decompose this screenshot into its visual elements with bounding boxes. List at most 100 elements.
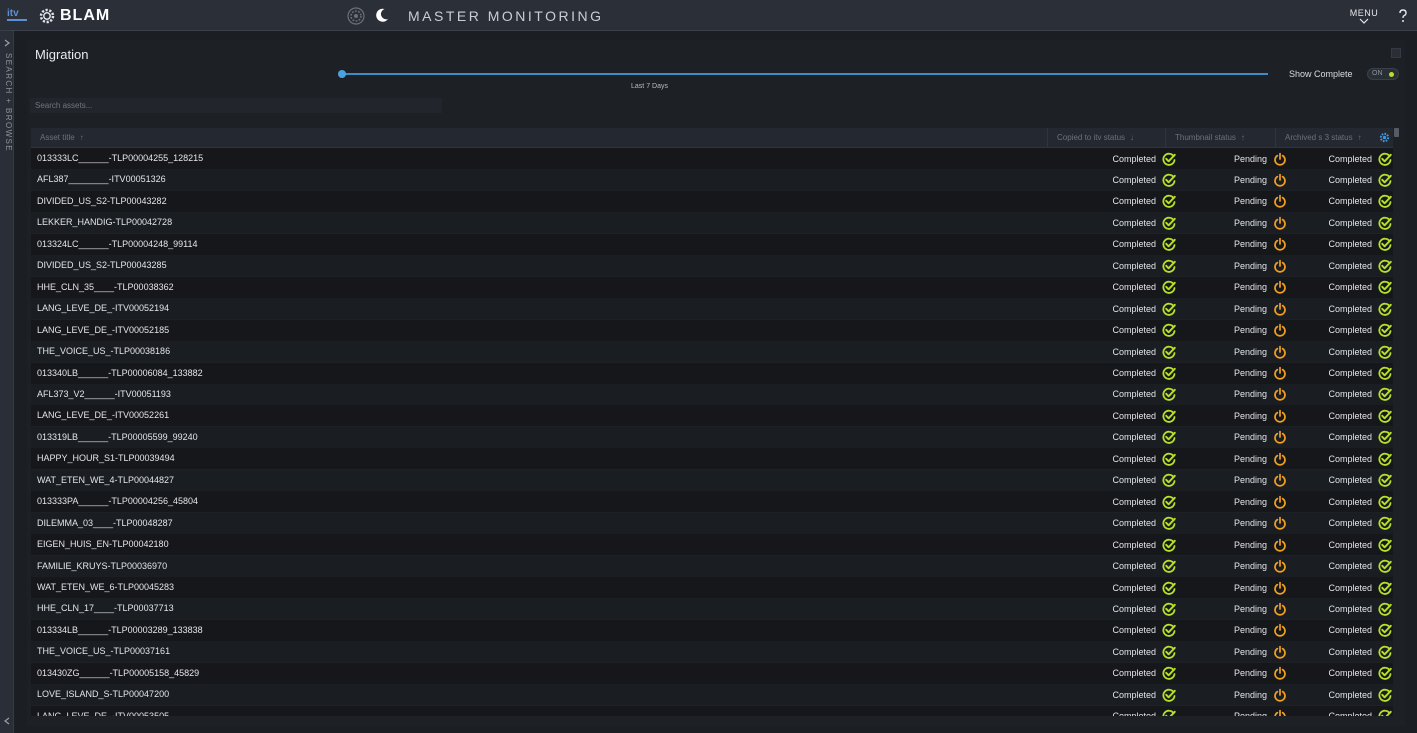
top-bar: itv BLAM MASTER MONITORING MENU bbox=[0, 0, 1417, 31]
date-range-slider-track[interactable] bbox=[342, 73, 1268, 75]
thumbnail-status: Pending bbox=[1171, 577, 1287, 598]
thumbnail-status: Pending bbox=[1171, 234, 1287, 255]
table-row[interactable]: HHE_CLN_17____-TLP00037713 Completed Pendi… bbox=[31, 598, 1393, 620]
gear-icon[interactable] bbox=[346, 6, 366, 26]
side-rail: SEARCH + BROWSE bbox=[0, 31, 14, 733]
table-row[interactable]: 013333PA______-TLP00004256_45804 Complete… bbox=[31, 491, 1393, 513]
check-circle-icon bbox=[1378, 559, 1392, 573]
check-circle-icon bbox=[1378, 366, 1392, 380]
column-header-asset-title[interactable]: Asset title ↑ bbox=[31, 128, 1048, 148]
search-input[interactable] bbox=[30, 98, 442, 113]
copied-status: Completed bbox=[1051, 277, 1176, 298]
table-row[interactable]: AFL373_V2______-ITV00051193 Completed Pend… bbox=[31, 383, 1393, 405]
table-row[interactable]: LANG_LEVE_DE_-ITV00052185 Completed Pendin… bbox=[31, 319, 1393, 341]
table-row[interactable]: 013430ZG______-TLP00005158_45829 Complete… bbox=[31, 662, 1393, 684]
archived-status: Completed bbox=[1281, 684, 1392, 705]
thumbnail-status: Pending bbox=[1171, 641, 1287, 662]
chevron-left-icon[interactable] bbox=[3, 717, 11, 725]
table-row[interactable]: 013319LB______-TLP00005599_99240 Complete… bbox=[31, 426, 1393, 448]
thumbnail-status: Pending bbox=[1171, 556, 1287, 577]
asset-title: DIVIDED_US_S2-TLP00043285 bbox=[37, 260, 167, 271]
asset-title: HAPPY_HOUR_S1-TLP00039494 bbox=[37, 453, 175, 464]
thumbnail-status: Pending bbox=[1171, 277, 1287, 298]
table-row[interactable]: THE_VOICE_US_-TLP00038186 Completed Pendin… bbox=[31, 341, 1393, 363]
check-circle-icon bbox=[1378, 452, 1392, 466]
column-header-copied-status[interactable]: Copied to itv status ↓ bbox=[1048, 128, 1166, 148]
copied-status: Completed bbox=[1051, 148, 1176, 169]
table-row[interactable]: AFL387________-ITV00051326 Completed Pendi… bbox=[31, 169, 1393, 191]
table-row[interactable]: DIVIDED_US_S2-TLP00043285 Completed Pendin… bbox=[31, 255, 1393, 277]
question-mark-icon[interactable] bbox=[1396, 8, 1410, 24]
date-range-slider-handle[interactable] bbox=[338, 70, 346, 78]
thumbnail-status: Pending bbox=[1171, 620, 1287, 641]
migration-panel: Migration Last 7 Days Show Complete ON A… bbox=[27, 40, 1405, 726]
check-circle-icon bbox=[1378, 431, 1392, 445]
thumbnail-status: Pending bbox=[1171, 405, 1287, 426]
table-row[interactable]: DIVIDED_US_S2-TLP00043282 Completed Pendin… bbox=[31, 190, 1393, 212]
search-browse-tab[interactable]: SEARCH + BROWSE bbox=[1, 53, 13, 152]
column-header-thumbnail-status[interactable]: Thumbnail status ↑ bbox=[1166, 128, 1276, 148]
table-row[interactable]: 013334LB______-TLP00003289_133838 Complet… bbox=[31, 619, 1393, 641]
check-circle-icon bbox=[1378, 495, 1392, 509]
table-row[interactable]: LANG_LEVE_DE_-ITV00053505 CompletedPendin… bbox=[31, 705, 1393, 716]
thumbnail-status: Pending bbox=[1171, 298, 1287, 319]
archived-status: Completed bbox=[1281, 577, 1392, 598]
panel-options-button[interactable] bbox=[1391, 48, 1401, 58]
table-row[interactable]: 013340LB______-TLP00006084_133882 Complet… bbox=[31, 362, 1393, 384]
asset-title: AFL373_V2______-ITV00051193 bbox=[37, 388, 171, 399]
thumbnail-status: Pending bbox=[1171, 470, 1287, 491]
thumbnail-status: Pending bbox=[1171, 341, 1287, 362]
table-row[interactable]: EIGEN_HUIS_EN-TLP00042180 Completed Pendin… bbox=[31, 534, 1393, 556]
thumbnail-status: Pending bbox=[1171, 191, 1287, 212]
archived-status: Completed bbox=[1281, 384, 1392, 405]
column-header-archived-status[interactable]: Archived s 3 status ↑ bbox=[1276, 128, 1379, 148]
table-header: Asset title ↑ Copied to itv status ↓ Thumb… bbox=[31, 128, 1393, 148]
table-row[interactable]: FAMILIE_KRUYS-TLP00036970 Completed Pendin… bbox=[31, 555, 1393, 577]
table-row[interactable]: THE_VOICE_US_-TLP00037161 Completed Pendin… bbox=[31, 641, 1393, 663]
itv-logo[interactable]: itv bbox=[6, 5, 28, 25]
check-circle-icon bbox=[1378, 259, 1392, 273]
table-row[interactable]: HAPPY_HOUR_S1-TLP00039494 Completed Pendin… bbox=[31, 448, 1393, 470]
copied-status: Completed bbox=[1051, 341, 1176, 362]
archived-status: Completed bbox=[1281, 255, 1392, 276]
thumbnail-status: Pending bbox=[1171, 684, 1287, 705]
thumbnail-status: Pending bbox=[1171, 148, 1287, 169]
table-row[interactable]: LANG_LEVE_DE_-ITV00052194 Completed Pendin… bbox=[31, 298, 1393, 320]
assets-table: Asset title ↑ Copied to itv status ↓ Thumb… bbox=[31, 128, 1393, 716]
copied-status: Completed bbox=[1051, 620, 1176, 641]
show-complete-toggle[interactable]: ON bbox=[1367, 68, 1399, 80]
asset-title: WAT_ETEN_WE_4-TLP00044827 bbox=[37, 474, 175, 485]
table-row[interactable]: WAT_ETEN_WE_6-TLP00045283 Completed Pendin… bbox=[31, 577, 1393, 598]
copied-status: Completed bbox=[1051, 363, 1176, 384]
table-scrollbar[interactable] bbox=[1394, 128, 1399, 137]
table-row[interactable]: LANG_LEVE_DE_-ITV00052261 Completed Pendin… bbox=[31, 405, 1393, 427]
menu-label: MENU bbox=[1349, 8, 1379, 18]
table-row[interactable]: HHE_CLN_35____-TLP00038362 Completed Pendi… bbox=[31, 276, 1393, 298]
asset-title: 013340LB______-TLP00006084_133882 bbox=[37, 367, 203, 378]
check-circle-icon bbox=[1378, 409, 1392, 423]
table-row[interactable]: LEKKER_HANDIG-TLP00042728 Completed Pendin… bbox=[31, 212, 1393, 234]
thumbnail-status: Pending bbox=[1171, 706, 1287, 716]
asset-title: THE_VOICE_US_-TLP00038186 bbox=[37, 346, 171, 357]
table-row[interactable]: LOVE_ISLAND_S-TLP00047200 Completed Pendin… bbox=[31, 684, 1393, 706]
thumbnail-status: Pending bbox=[1171, 491, 1287, 512]
chevron-right-icon[interactable] bbox=[3, 39, 11, 47]
check-circle-icon bbox=[1378, 688, 1392, 702]
table-row[interactable]: DILEMMA_03____-TLP00048287 Completed Pendi… bbox=[31, 512, 1393, 534]
table-row[interactable]: 013333LC______-TLP00004255_128215 Complet… bbox=[31, 148, 1393, 169]
copied-status: Completed bbox=[1051, 169, 1176, 190]
archived-status: Completed bbox=[1281, 277, 1392, 298]
thumbnail-status: Pending bbox=[1171, 255, 1287, 276]
menu-button[interactable]: MENU bbox=[1345, 8, 1383, 25]
toggle-indicator bbox=[1389, 72, 1394, 77]
thumbnail-status: Pending bbox=[1171, 448, 1287, 469]
asset-title: LANG_LEVE_DE_-ITV00052185 bbox=[37, 324, 170, 335]
table-row[interactable]: 013324LC______-TLP00004248_99114 Complete… bbox=[31, 233, 1393, 255]
gear-icon[interactable] bbox=[1379, 132, 1390, 143]
moon-icon[interactable] bbox=[374, 7, 390, 23]
blam-logo[interactable]: BLAM bbox=[37, 6, 110, 26]
archived-status: Completed bbox=[1281, 298, 1392, 319]
table-row[interactable]: WAT_ETEN_WE_4-TLP00044827 Completed Pendin… bbox=[31, 469, 1393, 491]
archived-status: Completed bbox=[1281, 620, 1392, 641]
check-circle-icon bbox=[1378, 516, 1392, 530]
